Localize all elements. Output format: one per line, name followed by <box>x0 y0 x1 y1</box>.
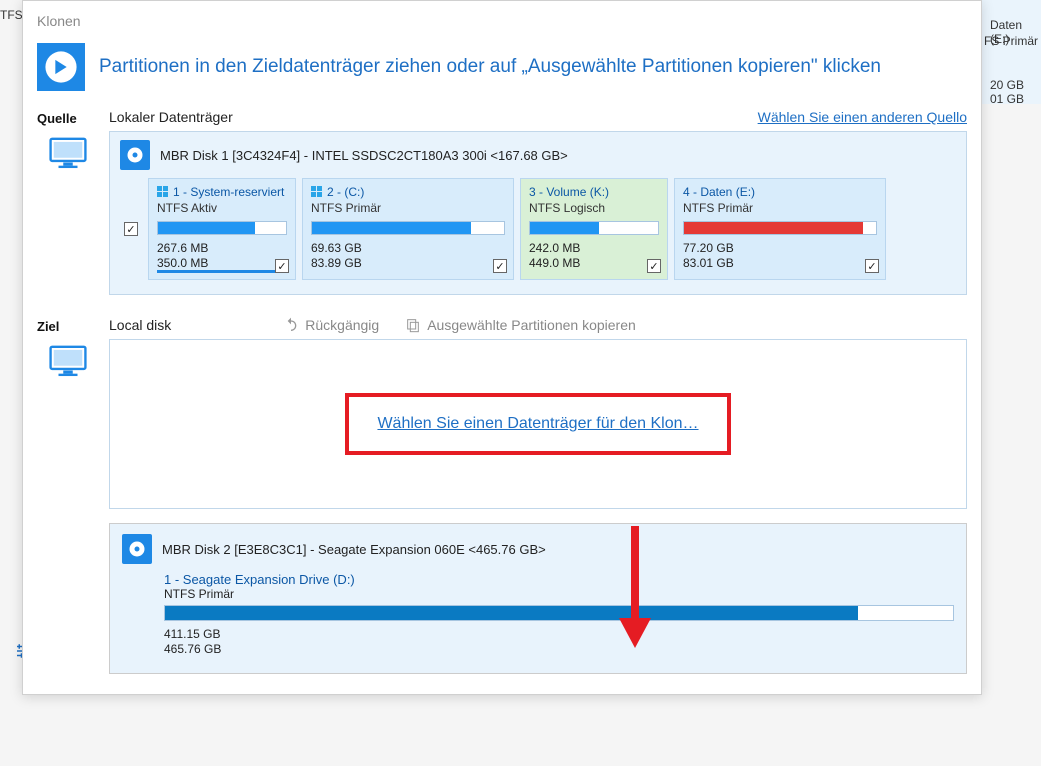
partition-sub: NTFS Primär <box>311 201 505 215</box>
destination-disk-box[interactable]: MBR Disk 2 [E3E8C3C1] - Seagate Expansio… <box>109 523 967 674</box>
windows-icon <box>311 186 323 198</box>
partition-card-3[interactable]: 3 - Volume (K:) NTFS Logisch 242.0 MB449.0… <box>520 178 668 280</box>
bg-primar: FS Primär <box>984 34 1038 48</box>
target-drop-area[interactable]: Wählen Sie einen Datenträger für den Klo… <box>109 339 967 509</box>
source-type-label: Lokaler Datenträger <box>109 109 233 125</box>
destination-disk-name: MBR Disk 2 [E3E8C3C1] - Seagate Expansio… <box>162 542 546 557</box>
target-section-label: Ziel <box>37 317 99 339</box>
partition-title: 2 - (C:) <box>327 185 364 199</box>
undo-label: Rückgängig <box>305 317 379 333</box>
undo-button[interactable]: Rückgängig <box>283 317 379 333</box>
partition-title: 3 - Volume (K:) <box>529 185 609 199</box>
partition-total: 83.01 GB <box>683 256 877 271</box>
hdd-icon <box>122 534 152 564</box>
partition-used: 77.20 GB <box>683 241 877 256</box>
usage-bar <box>683 221 877 235</box>
partition-checkbox[interactable]: ✓ <box>647 259 661 273</box>
partition-checkbox[interactable]: ✓ <box>865 259 879 273</box>
dialog-title: Klonen <box>23 9 981 37</box>
partition-total: 449.0 MB <box>529 256 659 271</box>
dest-total-size: 465.76 GB <box>164 642 954 657</box>
source-disk-name: MBR Disk 1 [3C4324F4] - INTEL SSDSC2CT18… <box>160 148 568 163</box>
dest-partition-sub: NTFS Primär <box>164 587 954 601</box>
partition-card-4[interactable]: 4 - Daten (E:) NTFS Primär 77.20 GB83.01 G… <box>674 178 886 280</box>
monitor-icon <box>49 137 87 295</box>
bg-s1: 20 GB <box>990 78 1024 92</box>
partition-title: 1 - System-reserviert <box>173 185 284 199</box>
partition-used: 242.0 MB <box>529 241 659 256</box>
dest-used-size: 411.15 GB <box>164 627 954 642</box>
dest-partition-title: 1 - Seagate Expansion Drive (D:) <box>164 572 954 587</box>
partition-total: 350.0 MB <box>157 256 287 271</box>
usage-bar <box>311 221 505 235</box>
usage-bar <box>157 221 287 235</box>
bg-s2: 01 GB <box>990 92 1024 106</box>
partition-sub: NTFS Aktiv <box>157 201 287 215</box>
clone-dialog: Klonen Partitionen in den Zieldatenträge… <box>22 0 982 695</box>
partition-total: 83.89 GB <box>311 256 505 271</box>
copy-selected-button[interactable]: Ausgewählte Partitionen kopieren <box>405 317 636 333</box>
hdd-icon <box>120 140 150 170</box>
source-section-label: Quelle <box>37 109 99 131</box>
clone-header-icon <box>37 43 85 91</box>
dialog-headline: Partitionen in den Zieldatenträger ziehe… <box>99 56 881 78</box>
dest-usage-bar <box>164 605 954 621</box>
partition-sub: NTFS Primär <box>683 201 877 215</box>
target-type-label: Local disk <box>109 317 171 333</box>
partition-checkbox[interactable]: ✓ <box>275 259 289 273</box>
highlight-frame: Wählen Sie einen Datenträger für den Klo… <box>345 393 730 455</box>
partition-checkbox[interactable]: ✓ <box>493 259 507 273</box>
copy-icon <box>405 317 421 333</box>
partition-used: 267.6 MB <box>157 241 287 256</box>
usage-bar <box>529 221 659 235</box>
select-all-partitions-checkbox[interactable]: ✓ <box>124 222 138 236</box>
undo-icon <box>283 317 299 333</box>
monitor-icon <box>49 345 87 674</box>
bg-tfs: TFS <box>0 8 23 22</box>
partition-sub: NTFS Logisch <box>529 201 659 215</box>
choose-target-disk-link[interactable]: Wählen Sie einen Datenträger für den Klo… <box>377 415 698 432</box>
choose-other-source-link[interactable]: Wählen Sie einen anderen Quello <box>758 109 967 125</box>
source-disk-box: MBR Disk 1 [3C4324F4] - INTEL SSDSC2CT18… <box>109 131 967 295</box>
partition-card-1[interactable]: 1 - System-reserviert NTFS Aktiv 267.6 MB3… <box>148 178 296 280</box>
partition-title: 4 - Daten (E:) <box>683 185 755 199</box>
partition-used: 69.63 GB <box>311 241 505 256</box>
partition-card-2[interactable]: 2 - (C:) NTFS Primär 69.63 GB83.89 GB✓ <box>302 178 514 280</box>
windows-icon <box>157 186 169 198</box>
copy-selected-label: Ausgewählte Partitionen kopieren <box>427 317 636 333</box>
